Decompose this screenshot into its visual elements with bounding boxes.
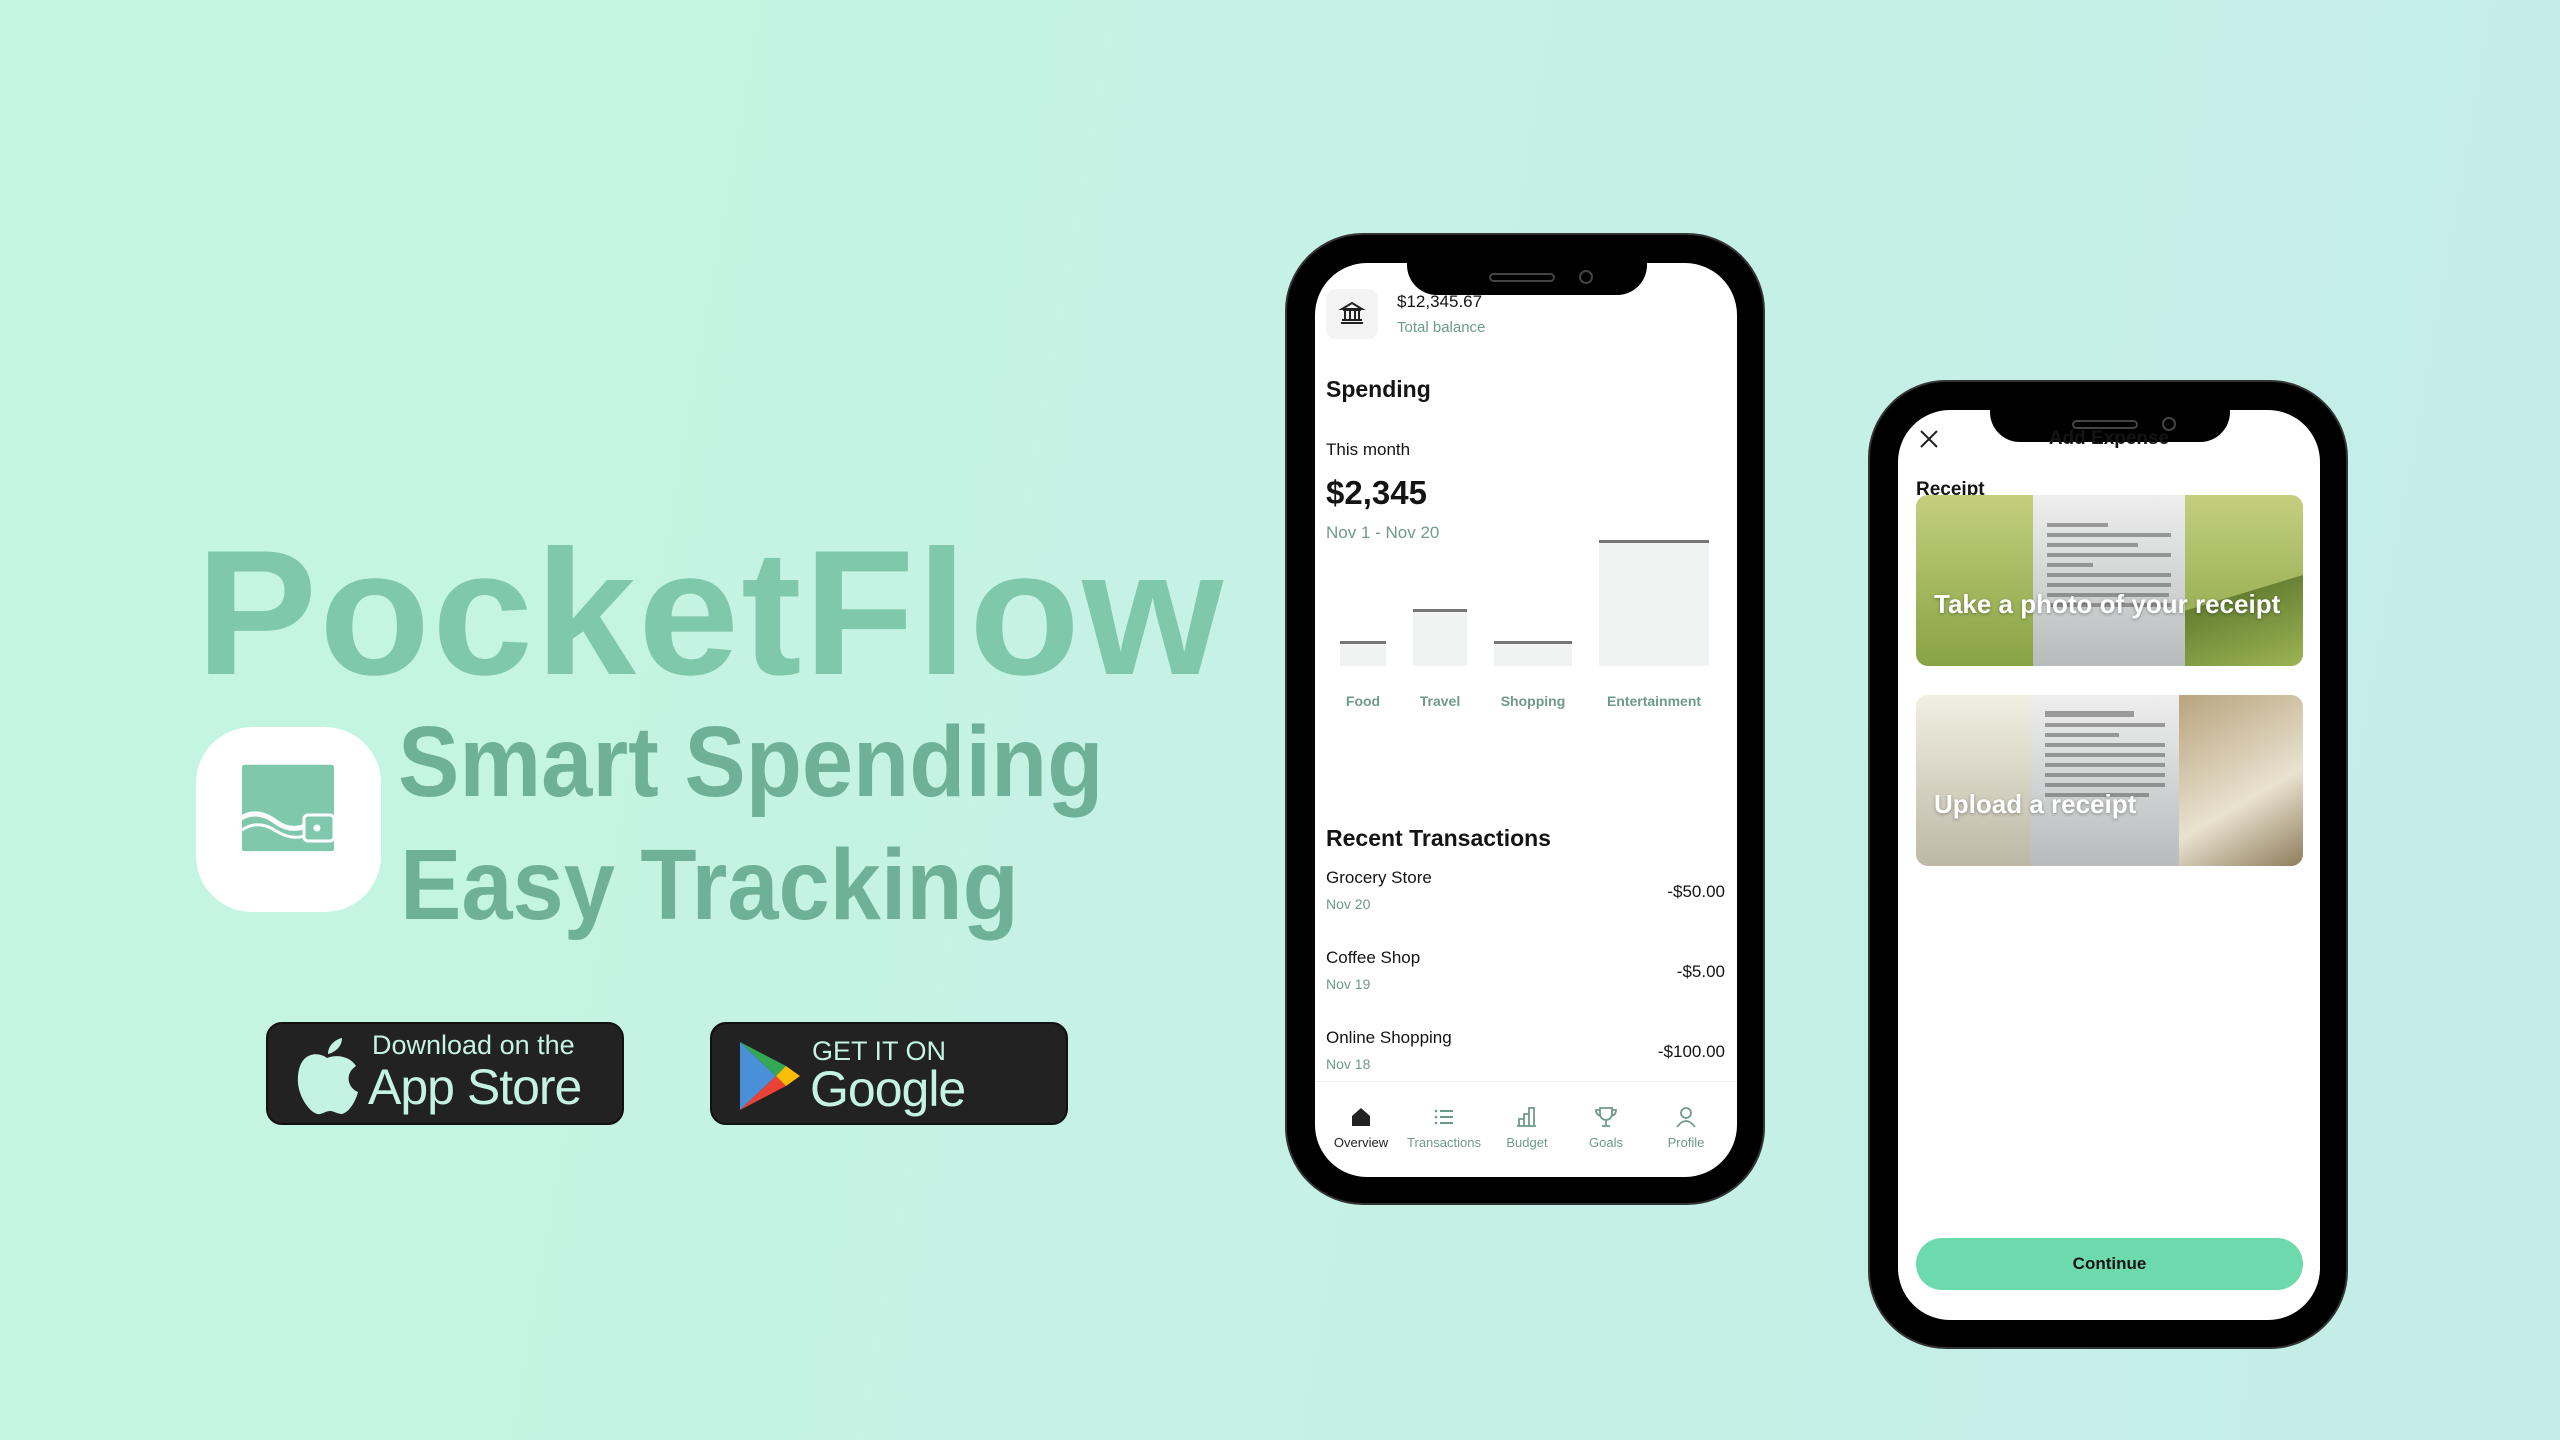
transaction-date: Nov 18 bbox=[1326, 1056, 1371, 1072]
transaction-name: Online Shopping bbox=[1326, 1028, 1452, 1047]
app-store-big: App Store bbox=[368, 1059, 582, 1115]
transaction-amount: -$50.00 bbox=[1667, 882, 1725, 901]
continue-button[interactable]: Continue bbox=[1916, 1238, 2303, 1290]
nav-transactions[interactable]: Transactions bbox=[1404, 1105, 1484, 1150]
google-play-icon bbox=[740, 1042, 800, 1110]
overview-screen: $12,345.67 Total balance Spending This m… bbox=[1315, 263, 1737, 1177]
list-icon bbox=[1434, 1109, 1453, 1125]
transaction-name: Coffee Shop bbox=[1326, 948, 1421, 967]
transaction-amount: -$5.00 bbox=[1676, 962, 1725, 981]
add-expense-phone: Add Expense Receipt Take a photo of your… bbox=[1868, 380, 2348, 1349]
transaction-date: Nov 19 bbox=[1326, 976, 1371, 992]
nav-label: Transactions bbox=[1407, 1135, 1481, 1150]
bar-label: Shopping bbox=[1500, 693, 1566, 709]
nav-profile[interactable]: Profile bbox=[1646, 1105, 1726, 1150]
user-icon bbox=[1676, 1107, 1696, 1128]
nav-overview[interactable]: Overview bbox=[1321, 1105, 1401, 1150]
nav-goals[interactable]: Goals bbox=[1566, 1105, 1646, 1150]
spending-chart: Food Travel Shopping Entertainment bbox=[1315, 263, 1737, 743]
bar-entertainment bbox=[1599, 540, 1709, 666]
transaction-amount: -$100.00 bbox=[1657, 1042, 1725, 1061]
apple-icon bbox=[297, 1038, 358, 1115]
transaction-row[interactable]: Grocery Store Nov 20 -$50.00 bbox=[1315, 858, 1737, 928]
trophy-icon bbox=[1595, 1107, 1617, 1127]
bar-label: Travel bbox=[1419, 693, 1461, 709]
transaction-row[interactable]: Online Shopping Nov 18 -$100.00 bbox=[1315, 1018, 1737, 1088]
bar-chart-icon bbox=[1517, 1107, 1536, 1127]
google-play-big: Google Play bbox=[810, 1061, 966, 1175]
wallet-icon bbox=[236, 764, 336, 852]
upload-receipt-card[interactable]: Upload a receipt bbox=[1916, 695, 2303, 866]
bar-label: Entertainment bbox=[1606, 693, 1702, 709]
screen-title: Add Expense bbox=[2048, 428, 2170, 449]
recent-transactions-title: Recent Transactions bbox=[1326, 825, 1551, 851]
nav-divider bbox=[1315, 1081, 1737, 1082]
take-photo-label: Take a photo of your receipt bbox=[1934, 589, 2281, 619]
take-photo-card[interactable]: Take a photo of your receipt bbox=[1916, 495, 2303, 666]
tagline-1: Smart Spending bbox=[398, 706, 1104, 818]
nav-label: Profile bbox=[1667, 1135, 1705, 1150]
nav-label: Budget bbox=[1506, 1135, 1548, 1150]
bar-shopping bbox=[1494, 640, 1572, 666]
nav-budget[interactable]: Budget bbox=[1487, 1105, 1567, 1150]
app-store-small: Download on the bbox=[372, 1030, 575, 1060]
app-store-badge[interactable]: Download on the App Store bbox=[266, 1022, 624, 1125]
tagline-2: Easy Tracking bbox=[400, 829, 1019, 941]
nav-label: Overview bbox=[1333, 1135, 1389, 1150]
transaction-date: Nov 20 bbox=[1326, 896, 1371, 912]
nav-label: Goals bbox=[1589, 1135, 1623, 1150]
google-play-badge[interactable]: GET IT ON Google Play bbox=[710, 1022, 1068, 1175]
receipt-upload bbox=[2031, 695, 2179, 866]
bar-food bbox=[1340, 640, 1386, 666]
transaction-name: Grocery Store bbox=[1326, 868, 1432, 887]
overview-phone: $12,345.67 Total balance Spending This m… bbox=[1285, 233, 1765, 1205]
home-icon bbox=[1352, 1108, 1370, 1126]
add-expense-screen: Add Expense Receipt Take a photo of your… bbox=[1898, 410, 2320, 1320]
upload-receipt-label: Upload a receipt bbox=[1934, 789, 2137, 819]
receipt-photo bbox=[2033, 495, 2185, 666]
transaction-row[interactable]: Coffee Shop Nov 19 -$5.00 bbox=[1315, 938, 1737, 1008]
bar-travel bbox=[1413, 609, 1467, 666]
app-name: PocketFlow bbox=[196, 513, 1226, 712]
app-logo bbox=[196, 727, 381, 912]
